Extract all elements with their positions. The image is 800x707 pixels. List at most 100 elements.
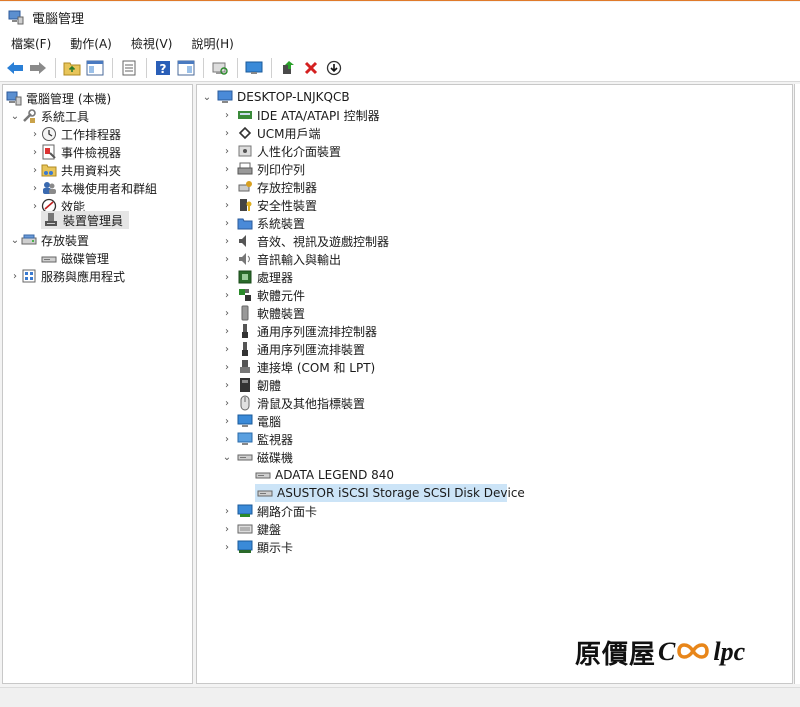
chevron-right-icon[interactable]: › bbox=[221, 343, 233, 355]
chevron-down-icon[interactable]: ⌄ bbox=[221, 451, 233, 463]
device-category[interactable]: ⌄ 磁碟機 bbox=[221, 448, 293, 466]
chevron-right-icon[interactable]: › bbox=[221, 433, 233, 445]
update-driver-icon[interactable] bbox=[277, 57, 299, 79]
chevron-right-icon[interactable]: › bbox=[29, 200, 41, 212]
device-category[interactable]: › 網路介面卡 bbox=[221, 502, 317, 520]
tree-label: 系統裝置 bbox=[257, 216, 306, 231]
device-category[interactable]: › 音效、視訊及遊戲控制器 bbox=[221, 232, 389, 250]
device-category[interactable]: › 軟體元件 bbox=[221, 286, 305, 304]
tree-item-computer-management[interactable]: 電腦管理 (本機) bbox=[6, 89, 111, 107]
scan-hardware-icon[interactable] bbox=[209, 57, 231, 79]
tree-label: ASUSTOR iSCSI Storage SCSI Disk Device bbox=[277, 486, 525, 500]
tree-item-storage[interactable]: ⌄ 存放裝置 bbox=[9, 231, 89, 249]
tree-item-shared-folders[interactable]: › 共用資料夾 bbox=[29, 161, 121, 179]
toolbar: ? bbox=[0, 54, 800, 82]
chevron-right-icon[interactable]: › bbox=[221, 163, 233, 175]
chevron-right-icon[interactable]: › bbox=[221, 289, 233, 301]
chevron-right-icon[interactable]: › bbox=[221, 217, 233, 229]
watermark-cjk: 原價屋 bbox=[575, 639, 657, 670]
menu-view[interactable]: 檢視(V) bbox=[120, 35, 181, 52]
device-category[interactable]: › 滑鼠及其他指標裝置 bbox=[221, 394, 365, 412]
device-category[interactable]: › IDE ATA/ATAPI 控制器 bbox=[221, 106, 380, 124]
chevron-right-icon[interactable]: › bbox=[29, 128, 41, 140]
device-category[interactable]: › 顯示卡 bbox=[221, 538, 293, 556]
device-category[interactable]: › 系統裝置 bbox=[221, 214, 305, 232]
device-category[interactable]: › 軟體裝置 bbox=[221, 304, 305, 322]
chevron-right-icon[interactable]: › bbox=[221, 271, 233, 283]
clock-icon bbox=[41, 126, 57, 142]
show-action-pane-icon[interactable] bbox=[175, 57, 197, 79]
menu-action[interactable]: 動作(A) bbox=[59, 35, 120, 52]
device-category[interactable]: › 音訊輸入與輸出 bbox=[221, 250, 341, 268]
device-category[interactable]: › 連接埠 (COM 和 LPT) bbox=[221, 358, 375, 376]
menu-help[interactable]: 說明(H) bbox=[180, 35, 241, 52]
device-tree-pane[interactable]: ⌄ DESKTOP-LNJKQCB › IDE ATA/ATAPI 控制器 › UCM… bbox=[196, 84, 793, 684]
properties-icon[interactable] bbox=[118, 57, 140, 79]
tree-item-device-manager[interactable]: 裝置管理員 bbox=[41, 211, 129, 229]
chevron-down-icon[interactable]: ⌄ bbox=[9, 110, 21, 122]
device-tree-root[interactable]: ⌄ DESKTOP-LNJKQCB bbox=[201, 88, 350, 106]
help-icon[interactable]: ? bbox=[152, 57, 174, 79]
chevron-right-icon[interactable]: › bbox=[29, 182, 41, 194]
device-category[interactable]: › 安全性裝置 bbox=[221, 196, 317, 214]
uninstall-icon[interactable] bbox=[300, 57, 322, 79]
chevron-right-icon[interactable]: › bbox=[221, 181, 233, 193]
device-category[interactable]: › 人性化介面裝置 bbox=[221, 142, 341, 160]
tree-label: 電腦 bbox=[257, 414, 282, 429]
console-tree-pane[interactable]: 電腦管理 (本機) ⌄ 系統工具 › 工作排程器 › 事件檢視器 › 共用資料夾… bbox=[2, 84, 193, 684]
tree-label: 鍵盤 bbox=[257, 522, 282, 537]
device-category[interactable]: › 鍵盤 bbox=[221, 520, 281, 538]
chevron-right-icon[interactable]: › bbox=[9, 270, 21, 282]
device-category[interactable]: › 存放控制器 bbox=[221, 178, 317, 196]
back-icon[interactable] bbox=[4, 57, 26, 79]
chevron-right-icon[interactable]: › bbox=[221, 415, 233, 427]
network-adapter-icon bbox=[237, 503, 253, 519]
device-category[interactable]: › 電腦 bbox=[221, 412, 281, 430]
chevron-down-icon[interactable]: ⌄ bbox=[9, 234, 21, 246]
tree-item-task-scheduler[interactable]: › 工作排程器 bbox=[29, 125, 121, 143]
chevron-right-icon[interactable]: › bbox=[29, 164, 41, 176]
chevron-right-icon[interactable]: › bbox=[221, 505, 233, 517]
tree-item-event-viewer[interactable]: › 事件檢視器 bbox=[29, 143, 121, 161]
chevron-right-icon[interactable]: › bbox=[29, 146, 41, 158]
device-category[interactable]: › 列印佇列 bbox=[221, 160, 305, 178]
chevron-right-icon[interactable]: › bbox=[221, 253, 233, 265]
disk-drive-item[interactable]: ADATA LEGEND 840 bbox=[255, 466, 394, 484]
chevron-right-icon[interactable]: › bbox=[221, 199, 233, 211]
chevron-right-icon[interactable]: › bbox=[221, 109, 233, 121]
tree-label: 顯示卡 bbox=[257, 540, 294, 555]
up-folder-icon[interactable] bbox=[61, 57, 83, 79]
device-category[interactable]: › 通用序列匯流排控制器 bbox=[221, 322, 377, 340]
chevron-right-icon[interactable]: › bbox=[221, 361, 233, 373]
display-icon[interactable] bbox=[243, 57, 265, 79]
disable-icon[interactable] bbox=[323, 57, 345, 79]
disk-management-icon bbox=[41, 250, 57, 266]
chevron-right-icon[interactable]: › bbox=[221, 397, 233, 409]
tree-item-disk-management[interactable]: 磁碟管理 bbox=[41, 249, 109, 267]
show-hide-tree-icon[interactable] bbox=[84, 57, 106, 79]
chevron-down-icon[interactable]: ⌄ bbox=[201, 91, 213, 103]
device-category[interactable]: › 處理器 bbox=[221, 268, 293, 286]
chevron-right-icon[interactable]: › bbox=[221, 127, 233, 139]
disk-drive-icon bbox=[257, 485, 273, 501]
tree-item-local-users-groups[interactable]: › 本機使用者和群組 bbox=[29, 179, 157, 197]
chevron-right-icon[interactable]: › bbox=[221, 379, 233, 391]
chevron-right-icon[interactable]: › bbox=[221, 541, 233, 553]
device-category[interactable]: › UCM用戶端 bbox=[221, 124, 321, 142]
menu-file[interactable]: 檔案(F) bbox=[0, 35, 59, 52]
forward-icon[interactable] bbox=[27, 57, 49, 79]
chevron-right-icon[interactable]: › bbox=[221, 145, 233, 157]
tree-item-system-tools[interactable]: ⌄ 系統工具 bbox=[9, 107, 89, 125]
chevron-right-icon[interactable]: › bbox=[221, 523, 233, 535]
device-category[interactable]: › 監視器 bbox=[221, 430, 293, 448]
disk-drive-item[interactable]: ASUSTOR iSCSI Storage SCSI Disk Device bbox=[255, 484, 525, 502]
tree-item-services-apps[interactable]: › 服務與應用程式 bbox=[9, 267, 125, 285]
chevron-right-icon[interactable]: › bbox=[221, 325, 233, 337]
chevron-right-icon[interactable]: › bbox=[221, 307, 233, 319]
print-queue-icon bbox=[237, 161, 253, 177]
software-device-icon bbox=[237, 305, 253, 321]
device-category[interactable]: › 韌體 bbox=[221, 376, 281, 394]
device-category[interactable]: › 通用序列匯流排裝置 bbox=[221, 340, 365, 358]
chevron-right-icon[interactable]: › bbox=[221, 235, 233, 247]
firmware-icon bbox=[237, 377, 253, 393]
